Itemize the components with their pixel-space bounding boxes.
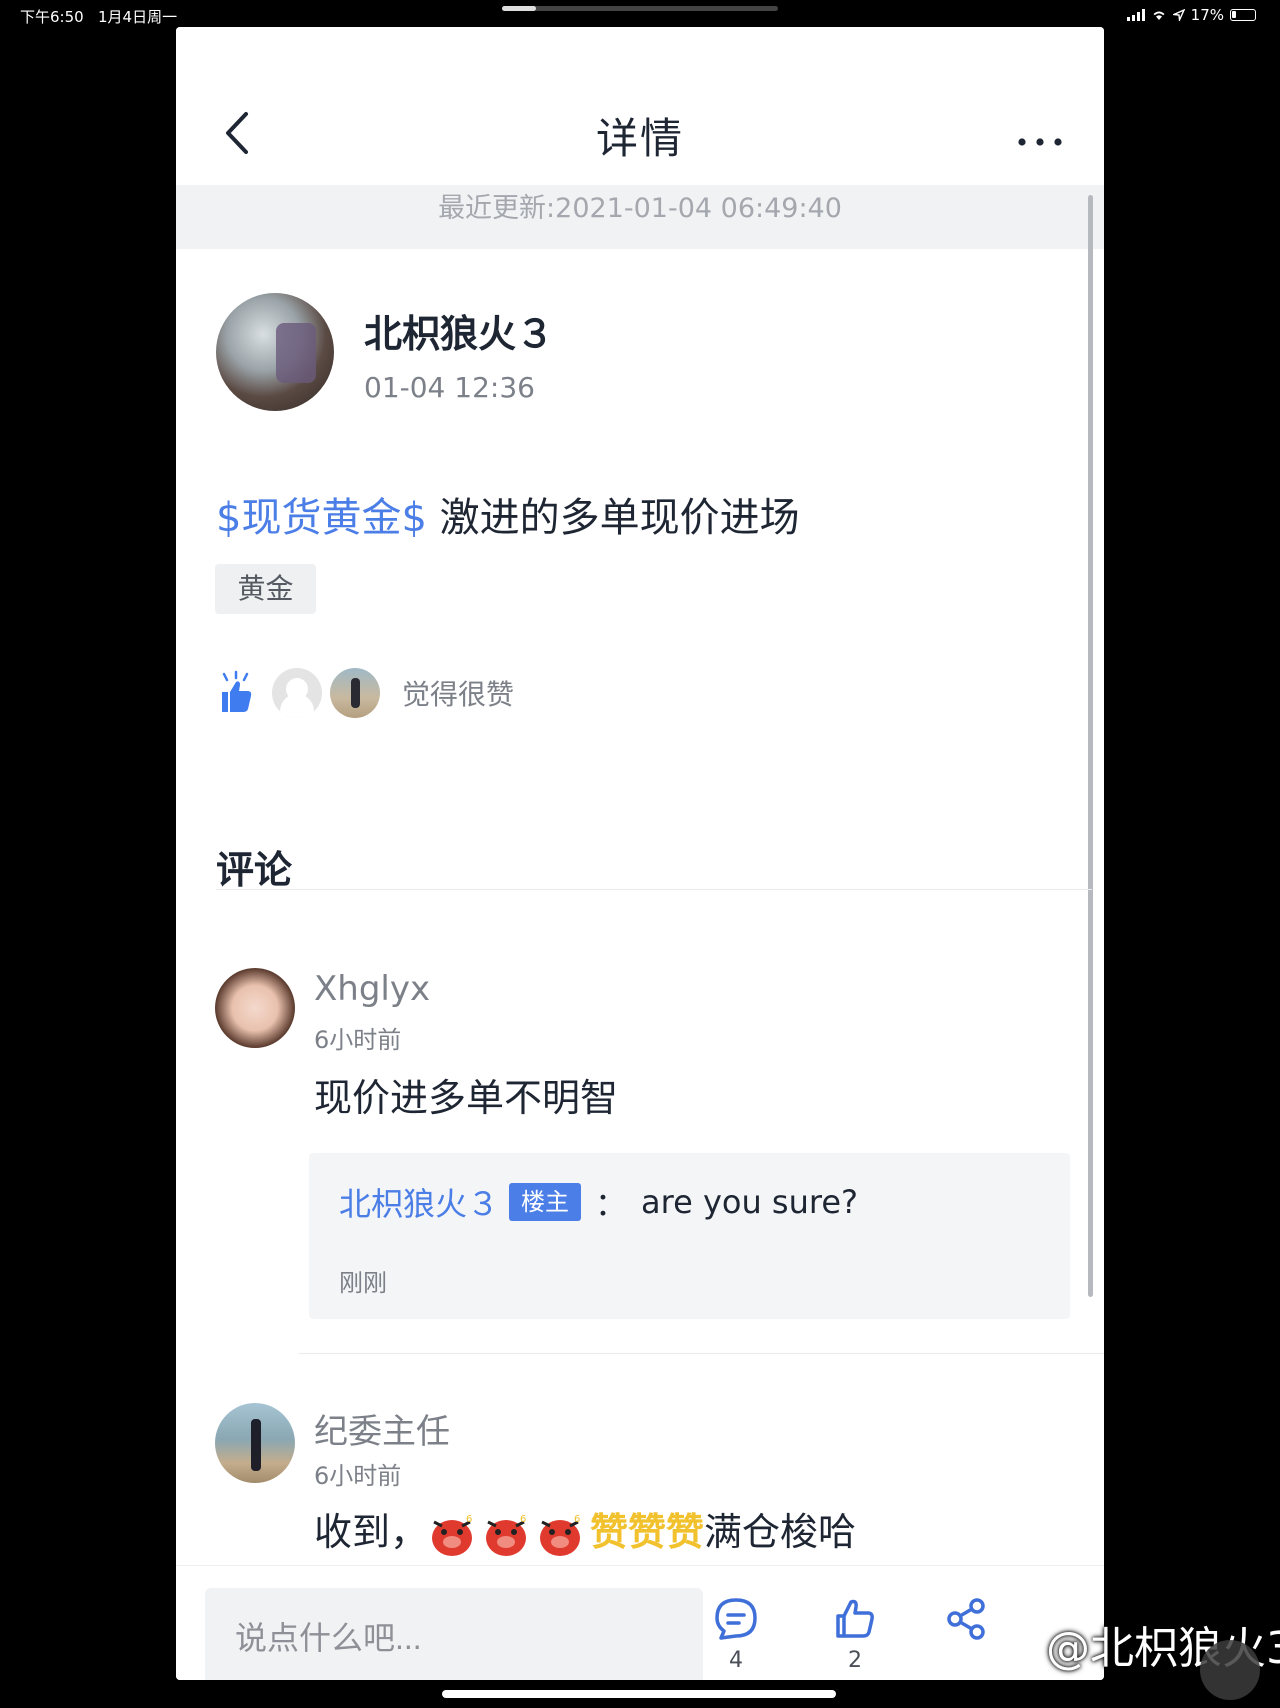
- commenter-name[interactable]: 纪委主任: [314, 1404, 450, 1453]
- last-updated-bar: 最近更新:2021-01-04 06:49:40: [176, 185, 1104, 249]
- comment-text: 收到， 6 6 6 赞赞赞满仓梭哈: [314, 1501, 856, 1558]
- reply-time: 刚刚: [339, 1269, 387, 1297]
- nav-bar: 详情: [176, 27, 1104, 187]
- comment-input[interactable]: [205, 1588, 703, 1680]
- thumbs-up-icon: [222, 670, 252, 712]
- post-time: 01-04 12:36: [364, 371, 535, 404]
- comment-time: 6小时前: [314, 1026, 402, 1054]
- reply-colon: ：: [595, 1185, 628, 1223]
- commenter-avatar[interactable]: [215, 968, 295, 1048]
- comment-button[interactable]: 4: [706, 1596, 766, 1673]
- app-window: 详情 最近更新:2021-01-04 06:49:40 北枳狼火３ 01-04 …: [176, 27, 1104, 1680]
- status-date: 1月4日周一: [98, 8, 178, 26]
- reply-author[interactable]: 北枳狼火３: [339, 1179, 499, 1225]
- battery-percent: 17%: [1190, 6, 1224, 24]
- floating-assistive-button[interactable]: [1200, 1640, 1260, 1700]
- post-body-text: 激进的多单现价进场: [426, 495, 800, 541]
- weibo-logo-icon: [982, 1623, 1034, 1666]
- likes-row: 觉得很赞: [216, 665, 514, 721]
- divider: [216, 889, 1092, 890]
- status-right: 17%: [1126, 6, 1256, 24]
- signal-icon: [1126, 9, 1145, 21]
- location-icon: [1172, 9, 1185, 21]
- svg-text:6: 6: [520, 1514, 526, 1525]
- wifi-icon: [1153, 11, 1165, 20]
- reply-box[interactable]: 北枳狼火３ 楼主 ： are you sure? 刚刚: [309, 1153, 1070, 1319]
- battery-icon: [1230, 9, 1256, 21]
- stock-tag-link[interactable]: $现货黄金$: [216, 495, 427, 541]
- liker-avatar[interactable]: [272, 668, 322, 718]
- divider: [298, 1353, 1104, 1354]
- status-time-date: 下午6:50 1月4日周一: [20, 6, 177, 27]
- status-bar: 下午6:50 1月4日周一 17%: [0, 0, 1280, 30]
- scrollbar[interactable]: [1088, 195, 1093, 1297]
- comment-text: 现价进多单不明智: [314, 1076, 619, 1120]
- status-time: 下午6:50: [20, 8, 84, 26]
- topic-tag[interactable]: 黄金: [215, 564, 316, 614]
- comment-text-before: 收到，: [314, 1510, 429, 1554]
- liker-avatar[interactable]: [330, 668, 380, 718]
- zan-sticker-text: 赞赞赞: [590, 1510, 705, 1554]
- author-name[interactable]: 北枳狼火３: [364, 303, 554, 358]
- likes-label: 觉得很赞: [402, 678, 515, 711]
- thumbs-up-outline-icon: [836, 1599, 874, 1638]
- comment-bubble-icon: [715, 1598, 757, 1640]
- comment-text-after: 满仓梭哈: [704, 1510, 857, 1554]
- reply-text: are you sure?: [641, 1183, 858, 1221]
- page-title: 详情: [595, 114, 684, 163]
- multitask-indicator: [502, 6, 778, 11]
- commenter-name[interactable]: Xhglyx: [314, 969, 430, 1009]
- author-avatar[interactable]: [216, 293, 334, 411]
- post-content: $现货黄金$ 激进的多单现价进场: [216, 485, 800, 543]
- like-count: 2: [848, 1648, 862, 1673]
- more-options-icon[interactable]: [1016, 127, 1064, 157]
- comment-time: 6小时前: [314, 1462, 402, 1490]
- comments-heading: 评论: [216, 848, 293, 892]
- commenter-avatar[interactable]: [215, 1403, 295, 1483]
- angry-pig-emoji-icon: 6: [432, 1514, 472, 1556]
- angry-pig-emoji-icon: 6: [486, 1514, 526, 1556]
- comment-count: 4: [729, 1648, 743, 1673]
- svg-text:6: 6: [466, 1514, 472, 1525]
- bottom-action-bar: 4 2: [176, 1565, 1104, 1680]
- like-button[interactable]: 2: [825, 1596, 885, 1673]
- angry-pig-emoji-icon: 6: [540, 1514, 580, 1556]
- home-indicator[interactable]: [442, 1690, 836, 1698]
- host-badge: 楼主: [509, 1183, 582, 1221]
- reply-line: 北枳狼火３ 楼主 ： are you sure?: [339, 1179, 858, 1225]
- svg-text:6: 6: [574, 1514, 580, 1525]
